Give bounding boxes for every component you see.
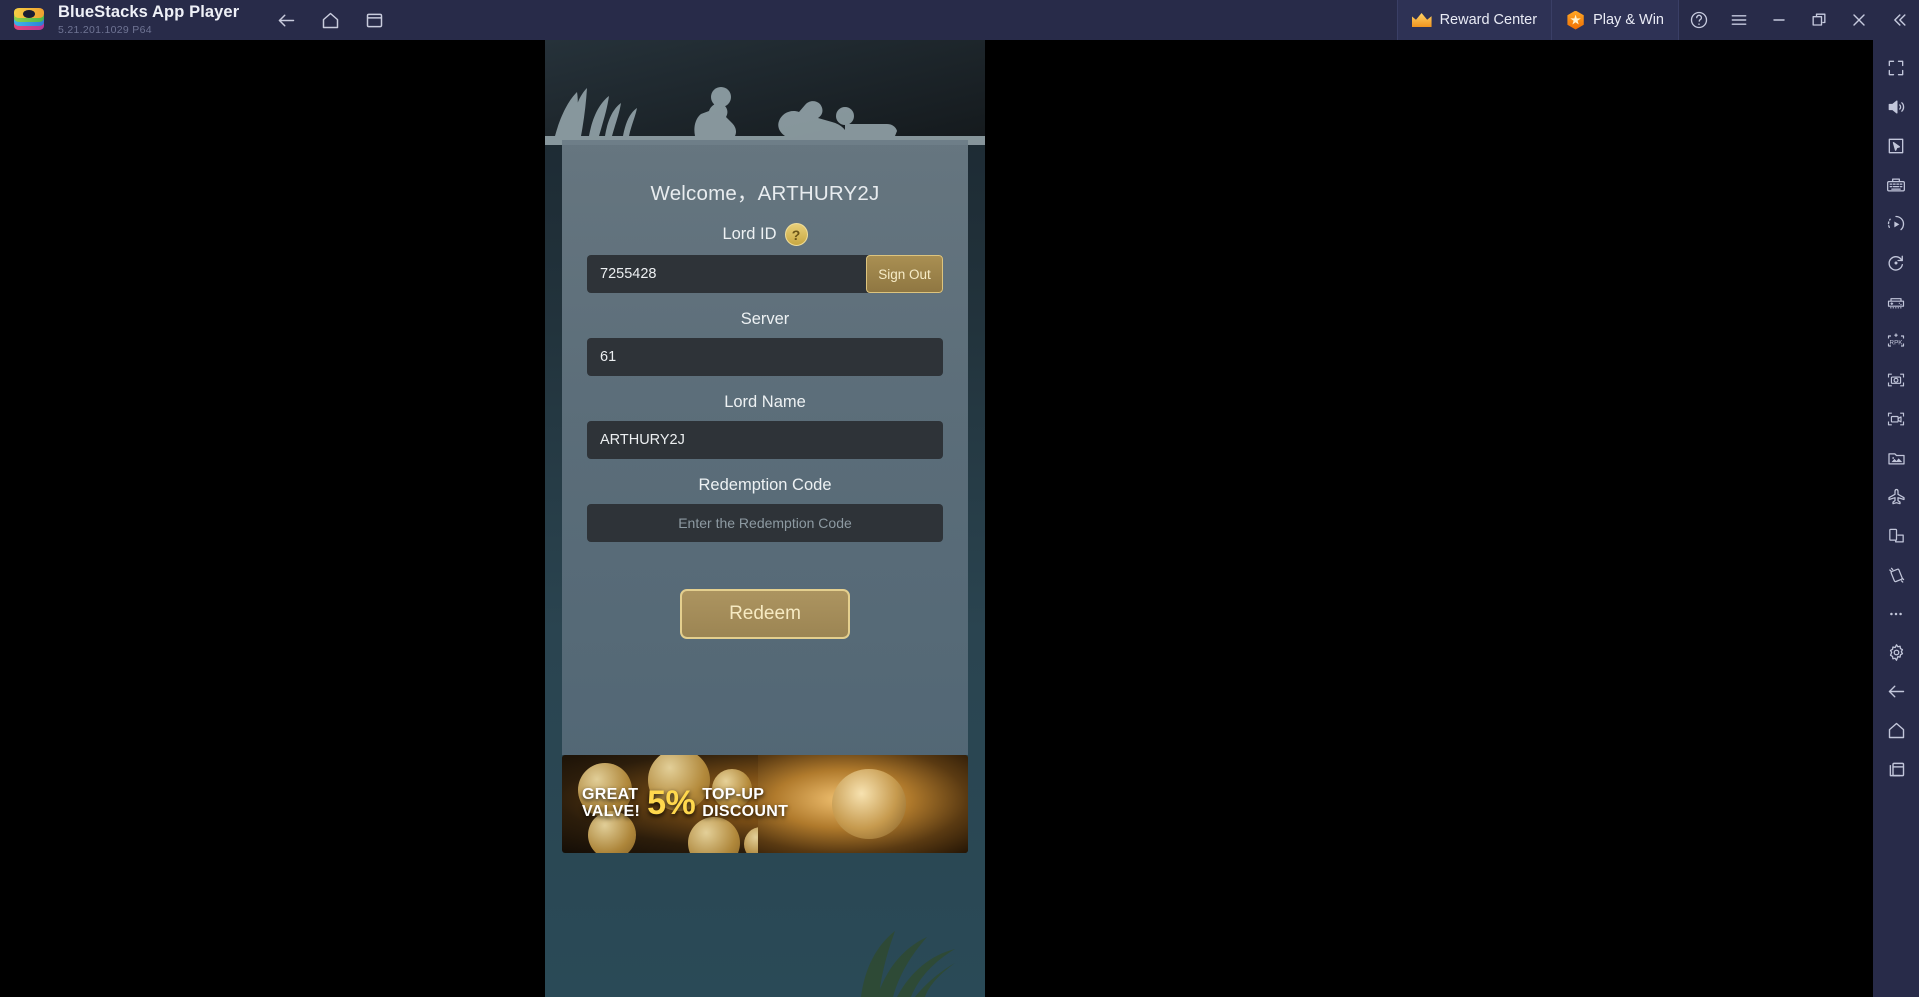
rotate-icon[interactable]: [1873, 243, 1919, 282]
volume-icon[interactable]: [1873, 87, 1919, 126]
banner-text: GREAT VALVE! 5% TOP-UP DISCOUNT: [582, 784, 788, 823]
home-icon[interactable]: [311, 5, 349, 35]
banner-line4: DISCOUNT: [702, 802, 789, 820]
svg-text:RPK: RPK: [1890, 339, 1904, 346]
lord-id-value: 7255428: [600, 266, 657, 282]
airplane-icon[interactable]: [1873, 477, 1919, 516]
media-folder-icon[interactable]: [1873, 438, 1919, 477]
close-icon[interactable]: [1839, 0, 1879, 40]
app-title: BlueStacks App Player: [58, 3, 240, 22]
home-icon[interactable]: [1873, 711, 1919, 750]
play-and-win-button[interactable]: Play & Win: [1551, 0, 1679, 40]
bluestacks-window: BlueStacks App Player 5.21.201.1029 P64: [0, 0, 1919, 997]
banner-line3: TOP-UP: [702, 786, 765, 804]
app-version: 5.21.201.1029 P64: [58, 23, 152, 36]
help-icon[interactable]: [1679, 0, 1719, 40]
server-row: 61: [587, 338, 943, 376]
welcome-text: Welcome，ARTHURY2J: [650, 182, 880, 205]
banner-line1: GREAT: [582, 786, 639, 804]
promo-banner[interactable]: GREAT VALVE! 5% TOP-UP DISCOUNT: [562, 755, 968, 853]
play-and-win-label: Play & Win: [1593, 12, 1664, 28]
instance-manager-icon[interactable]: [355, 5, 393, 35]
server-label: Server: [740, 310, 790, 328]
lord-name-row: ARTHURY2J: [587, 421, 943, 459]
server-value: 61: [600, 349, 617, 365]
lion-head: [832, 769, 906, 839]
lord-id-label-row: Lord ID ?: [562, 223, 968, 246]
gamepad-icon[interactable]: [1873, 282, 1919, 321]
macro-play-icon[interactable]: [1873, 204, 1919, 243]
redeem-button-wrap: Redeem: [562, 589, 968, 639]
banner-line2: VALVE!: [582, 802, 641, 820]
redeem-panel: Welcome，ARTHURY2J Lord ID ? 7255428 Sign…: [562, 140, 968, 755]
sign-out-button[interactable]: Sign Out: [866, 255, 943, 293]
lord-id-label: Lord ID: [722, 225, 777, 243]
apk-install-icon[interactable]: RPK: [1873, 321, 1919, 360]
lord-name-value: ARTHURY2J: [600, 432, 685, 448]
lord-name-label: Lord Name: [724, 393, 806, 411]
hex-star-icon: [1566, 10, 1585, 30]
bluestacks-logo-icon: [12, 3, 46, 37]
title-bar: BlueStacks App Player 5.21.201.1029 P64: [0, 0, 1919, 40]
shake-tilt-icon[interactable]: [1873, 555, 1919, 594]
collapse-chevrons-icon[interactable]: [1879, 0, 1919, 40]
redemption-code-row: Enter the Redemption Code: [587, 504, 943, 542]
redemption-code-label: Redemption Code: [698, 476, 832, 494]
decorative-silhouette-icon: [545, 40, 985, 145]
palm-frond-decoration: [861, 931, 955, 997]
redemption-code-placeholder: Enter the Redemption Code: [678, 515, 852, 531]
cursor-pointer-icon[interactable]: [1873, 126, 1919, 165]
server-input[interactable]: 61: [587, 338, 943, 376]
redemption-code-input[interactable]: Enter the Redemption Code: [587, 504, 943, 542]
redeem-button[interactable]: Redeem: [680, 589, 850, 639]
keyboard-icon[interactable]: [1873, 165, 1919, 204]
lord-name-input[interactable]: ARTHURY2J: [587, 421, 943, 459]
question-mark-icon[interactable]: ?: [784, 223, 808, 246]
fullscreen-icon[interactable]: [1873, 48, 1919, 87]
banner-percent: 5%: [647, 784, 696, 822]
crown-icon: [1411, 13, 1432, 27]
multi-instance-icon[interactable]: [1873, 516, 1919, 555]
tools-sidebar: RPK: [1873, 40, 1919, 997]
recent-apps-icon[interactable]: [1873, 750, 1919, 789]
reward-center-label: Reward Center: [1439, 12, 1538, 28]
titlebar-nav: [267, 5, 393, 35]
back-arrow-icon[interactable]: [1873, 672, 1919, 711]
game-stage: Welcome，ARTHURY2J Lord ID ? 7255428 Sign…: [545, 40, 985, 997]
app-title-block: BlueStacks App Player 5.21.201.1029 P64: [58, 3, 240, 36]
lord-id-row: 7255428 Sign Out: [587, 255, 943, 293]
restore-icon[interactable]: [1799, 0, 1839, 40]
gear-icon[interactable]: [1873, 633, 1919, 672]
reward-center-button[interactable]: Reward Center: [1396, 0, 1552, 40]
window-controls: [1679, 0, 1919, 40]
minimize-icon[interactable]: [1759, 0, 1799, 40]
screenshot-camera-icon[interactable]: [1873, 360, 1919, 399]
back-arrow-icon[interactable]: [267, 5, 305, 35]
video-record-icon[interactable]: [1873, 399, 1919, 438]
hamburger-menu-icon[interactable]: [1719, 0, 1759, 40]
more-dots-icon[interactable]: [1873, 594, 1919, 633]
